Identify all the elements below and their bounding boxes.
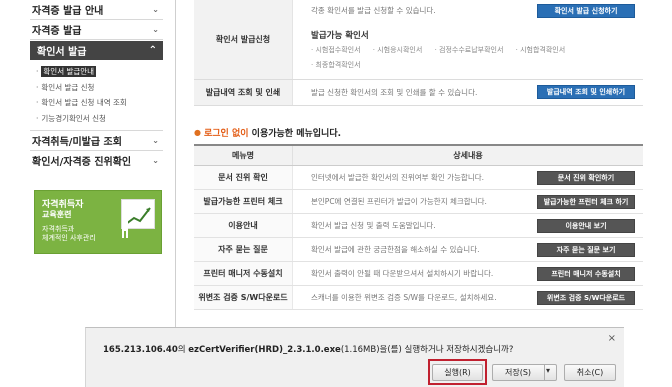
apply-body: 각종 확인서를 발급 신청할 수 있습니다. 확인서 발급 신청하기 발급가능 … bbox=[293, 0, 643, 79]
row-detail: 스캐너를 이용한 위변조 검증 S/W를 다운로드, 설치하세요. 위변조 검증 … bbox=[293, 286, 643, 309]
no-login-menu-table: 메뉴명 상세내용 문서 진위 확인 인터넷에서 발급한 확인서의 진위여부 확인… bbox=[194, 144, 643, 310]
bullet-icon: · bbox=[36, 67, 39, 77]
bullet-icon: · bbox=[36, 82, 39, 92]
row-menu-name: 위변조 검증 S/W다운로드 bbox=[194, 286, 293, 309]
menu-confirmation-issue[interactable]: 확인서 발급 ⌃ bbox=[30, 41, 163, 60]
table-header: 메뉴명 상세내용 bbox=[194, 146, 643, 166]
row-detail: 확인서 발급에 관한 궁금한점을 해소하실 수 있습니다. 자주 묻는 질문 보기 bbox=[293, 238, 643, 261]
history-head: 발급내역 조회 및 인쇄 bbox=[194, 80, 293, 105]
submenu-label: 확인서 발급 신청 bbox=[41, 82, 95, 92]
submenu-item-guide[interactable]: · 확인서 발급안내 bbox=[36, 64, 163, 80]
table-row: 자주 묻는 질문 확인서 발급에 관한 궁금한점을 해소하실 수 있습니다. 자주… bbox=[194, 238, 643, 262]
submenu-item-apply[interactable]: · 확인서 발급 신청 bbox=[36, 80, 163, 96]
submenu-item-history[interactable]: · 확인서 발급 신청 내역 조회 bbox=[36, 95, 163, 111]
row-description: 확인서 출력이 안될 때 다운받으셔서 설치하시기 바랍니다. bbox=[311, 269, 494, 278]
column-header-menu: 메뉴명 bbox=[194, 146, 293, 165]
table-row: 문서 진위 확인 인터넷에서 발급한 확인서의 진위여부 확인 가능합니다. 문서… bbox=[194, 166, 643, 190]
menu-label: 확인서/자격증 진위확인 bbox=[32, 157, 132, 168]
save-dropdown-arrow-icon[interactable]: ▾ bbox=[546, 366, 550, 375]
menu-label: 확인서 발급 bbox=[37, 47, 87, 58]
list-item: · 검정수수료납부확인서 bbox=[434, 46, 504, 54]
row-description: 확인서 발급에 관한 궁금한점을 해소하실 수 있습니다. bbox=[311, 245, 480, 254]
verify-document-button[interactable]: 문서 진위 확인하기 bbox=[537, 171, 635, 185]
row-menu-name: 이용안내 bbox=[194, 214, 293, 237]
close-icon[interactable]: × bbox=[608, 333, 616, 344]
submenu-label: 확인서 발급 신청 내역 조회 bbox=[41, 98, 127, 108]
row-detail: 확인서 발급 신청 및 출력 도움말입니다. 이용안내 보기 bbox=[293, 214, 643, 237]
row-description: 인터넷에서 발급한 확인서의 진위여부 확인 가능합니다. bbox=[311, 173, 485, 182]
training-banner[interactable]: 자격취득자 교육훈련 자격취득과 체계적인 사후관리 bbox=[34, 190, 162, 254]
list-item: · 시험응시확인서 bbox=[372, 46, 423, 54]
menu-label: 자격증 발급 bbox=[32, 26, 82, 37]
submenu-item-skill-contest[interactable]: · 기능경기확인서 신청 bbox=[36, 111, 163, 127]
list-item: · 최종합격확인서 bbox=[311, 61, 361, 69]
download-prompt: 165.213.106.40의 ezCertVerifier(HRD)_2.3.… bbox=[103, 343, 513, 355]
printer-check-button[interactable]: 발급가능한 프린터 체크 하기 bbox=[537, 195, 635, 209]
apply-certificate-button[interactable]: 확인서 발급 신청하기 bbox=[537, 4, 635, 18]
menu-certificate-issue[interactable]: 자격증 발급 ⌄ bbox=[30, 20, 163, 40]
bullet-icon: · bbox=[36, 113, 39, 123]
submenu-label: 기능경기확인서 신청 bbox=[41, 113, 106, 123]
faq-button[interactable]: 자주 묻는 질문 보기 bbox=[537, 243, 635, 257]
submenu: · 확인서 발급안내 · 확인서 발급 신청 · 확인서 발급 신청 내역 조회 · 기… bbox=[30, 60, 163, 130]
menu-label: 자격증 발급 안내 bbox=[32, 6, 104, 17]
bullet-icon: ● bbox=[194, 128, 201, 137]
column-header-detail: 상세내용 bbox=[453, 151, 483, 160]
no-login-text: 로그인 없이 bbox=[203, 129, 249, 139]
list-item: · 시험합격확인서 bbox=[515, 46, 566, 54]
available-certificates-list: · 시험접수확인서 · 시험응시확인서 · 검정수수료납부확인서 · 시험합격확… bbox=[311, 45, 641, 70]
table-row: 위변조 검증 S/W다운로드 스캐너를 이용한 위변조 검증 S/W를 다운로드… bbox=[194, 286, 643, 310]
chevron-up-icon: ⌃ bbox=[148, 45, 157, 56]
apply-table: 확인서 발급신청 각종 확인서를 발급 신청할 수 있습니다. 확인서 발급 신… bbox=[194, 0, 643, 106]
forgery-sw-download-button[interactable]: 위변조 검증 S/W다운로드 bbox=[537, 291, 635, 305]
row-menu-name: 발급가능한 프린터 체크 bbox=[194, 190, 293, 213]
sidebar: 자격증 발급 안내 ⌄ 자격증 발급 ⌄ 확인서 발급 ⌃ · 확인서 발급안내 … bbox=[30, 0, 163, 170]
section-title-rest: 이용가능한 메뉴입니다. bbox=[248, 129, 342, 139]
row-detail: 본인PC에 연결된 프린터가 발급이 가능한지 체크합니다. 발급가능한 프린터 … bbox=[293, 190, 643, 213]
menu-acquisition-lookup[interactable]: 자격취득/미발급 조회 ⌄ bbox=[30, 130, 163, 150]
download-notification-bar: × 165.213.106.40의 ezCertVerifier(HRD)_2.… bbox=[85, 327, 624, 387]
menu-label: 자격취득/미발급 조회 bbox=[32, 137, 122, 148]
row-menu-name: 자주 묻는 질문 bbox=[194, 238, 293, 261]
list-item: · 시험접수확인서 bbox=[311, 46, 361, 54]
cancel-button[interactable]: 취소(C) bbox=[564, 364, 616, 381]
chevron-down-icon: ⌄ bbox=[152, 5, 159, 14]
banner-text: 체계적인 사후관리 bbox=[42, 234, 96, 242]
history-print-button[interactable]: 발급내역 조회 및 인쇄하기 bbox=[537, 85, 635, 99]
table-row: 이용안내 확인서 발급 신청 및 출력 도움말입니다. 이용안내 보기 bbox=[194, 214, 643, 238]
table-row: 프린터 매니저 수동설치 확인서 출력이 안될 때 다운받으셔서 설치하시기 바… bbox=[194, 262, 643, 286]
usage-guide-button[interactable]: 이용안내 보기 bbox=[537, 219, 635, 233]
chevron-down-icon: ⌄ bbox=[152, 136, 159, 145]
menu-certificate-issue-guide[interactable]: 자격증 발급 안내 ⌄ bbox=[30, 0, 163, 20]
bullet-icon: · bbox=[36, 98, 39, 108]
printer-manager-install-button[interactable]: 프린터 매니저 수동설치 bbox=[537, 267, 635, 281]
row-detail: 확인서 출력이 안될 때 다운받으셔서 설치하시기 바랍니다. 프린터 매니저 수… bbox=[293, 262, 643, 285]
history-body: 발급 신청한 확인서의 조회 및 인쇄를 할 수 있습니다. 발급내역 조회 및… bbox=[293, 80, 643, 105]
save-label: 저장(S) bbox=[505, 368, 532, 377]
menu-authenticity-check[interactable]: 확인서/자격증 진위확인 ⌄ bbox=[30, 150, 163, 170]
available-certificates-title: 발급가능 확인서 bbox=[311, 31, 369, 41]
row-description: 확인서 발급 신청 및 출력 도움말입니다. bbox=[311, 221, 436, 230]
history-description: 발급 신청한 확인서의 조회 및 인쇄를 할 수 있습니다. bbox=[311, 88, 478, 97]
download-question: (1.16MB)을(를) 실행하거나 저장하시겠습니까? bbox=[340, 345, 514, 355]
download-host: 165.213.106.40 bbox=[103, 345, 178, 355]
table-row: 발급가능한 프린터 체크 본인PC에 연결된 프린터가 발급이 가능한지 체크합… bbox=[194, 190, 643, 214]
apply-description: 각종 확인서를 발급 신청할 수 있습니다. bbox=[311, 6, 436, 15]
row-menu-name: 프린터 매니저 수동설치 bbox=[194, 262, 293, 285]
row-description: 스캐너를 이용한 위변조 검증 S/W를 다운로드, 설치하세요. bbox=[311, 293, 497, 302]
chevron-down-icon: ⌄ bbox=[152, 25, 159, 34]
person-icon bbox=[119, 213, 131, 241]
row-menu-name: 문서 진위 확인 bbox=[194, 166, 293, 189]
chevron-down-icon: ⌄ bbox=[152, 156, 159, 165]
save-divider bbox=[544, 364, 545, 381]
row-description: 본인PC에 연결된 프린터가 발급이 가능한지 체크합니다. bbox=[311, 197, 487, 206]
row-detail: 인터넷에서 발급한 확인서의 진위여부 확인 가능합니다. 문서 진위 확인하기 bbox=[293, 166, 643, 189]
apply-head: 확인서 발급신청 bbox=[194, 0, 293, 79]
section-title: ● 로그인 없이 이용가능한 메뉴입니다. bbox=[194, 126, 341, 139]
run-button[interactable]: 실행(R) bbox=[432, 364, 483, 381]
banner-subtitle: 교육훈련 bbox=[42, 210, 72, 219]
download-filename: ezCertVerifier(HRD)_2.3.1.0.exe bbox=[188, 345, 341, 355]
download-mid: 의 bbox=[177, 345, 189, 355]
submenu-label: 확인서 발급안내 bbox=[41, 66, 97, 78]
